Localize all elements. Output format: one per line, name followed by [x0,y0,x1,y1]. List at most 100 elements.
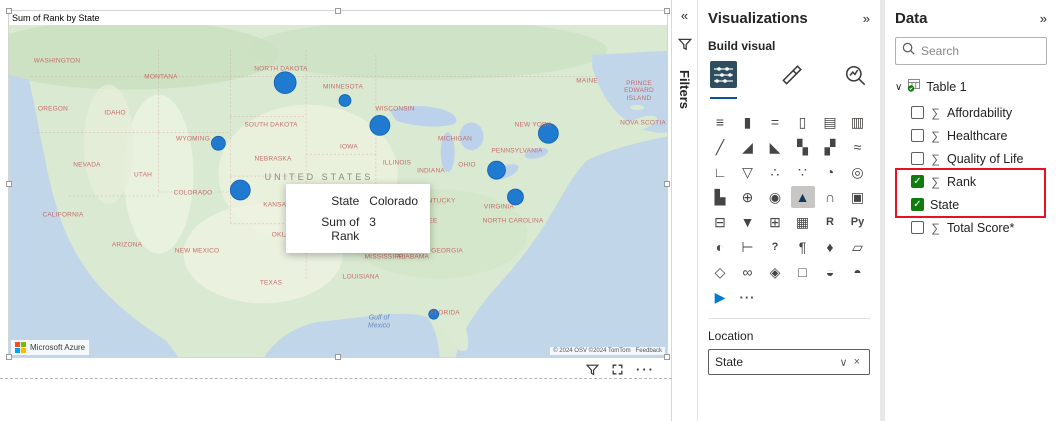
visual-filter-icon[interactable] [586,363,599,376]
field-healthcare[interactable]: ∑ Healthcare [895,124,1047,147]
resize-handle[interactable] [664,8,670,14]
filters-pane-title[interactable]: Filters [677,70,692,109]
tab-format-visual[interactable] [779,64,803,99]
map-bubble[interactable] [210,135,226,151]
viz-type-q-and-a[interactable]: ? [763,236,787,258]
checkbox-rank[interactable]: ✓ [911,175,924,188]
viz-type-slicer[interactable]: ▼ [736,211,760,233]
viz-type-table[interactable]: ⊞ [763,211,787,233]
resize-handle[interactable] [6,8,12,14]
viz-type-multi-row-card[interactable]: ⊟ [708,211,732,233]
location-field-pill[interactable]: State ∨ × [708,349,870,375]
remove-field-icon[interactable]: × [851,356,863,368]
viz-type-line-chart[interactable]: ╱ [708,136,732,158]
checkbox-affordability[interactable] [911,106,924,119]
checkbox-healthcare[interactable] [911,129,924,142]
more-options-icon[interactable]: ··· [636,362,655,377]
viz-type-arcgis-map[interactable]: ◒ [818,261,842,283]
viz-type-line-and-stacked-column-chart[interactable]: ▚ [791,136,815,158]
map-copyright: © 2024 OSV ©2024 TomTom Feedback [550,347,665,355]
expand-data-icon[interactable]: » [1040,11,1047,26]
field-affordability[interactable]: ∑ Affordability [895,101,1047,124]
viz-type-scorecard[interactable]: ◈ [763,261,787,283]
table-icon [907,78,921,97]
viz-type-donut-chart[interactable]: ◎ [846,161,870,183]
viz-type-line-and-clustered-column-chart[interactable]: ▞ [818,136,842,158]
viz-type-get-more-visuals[interactable]: ▶ [708,286,732,308]
viz-type-r-script-visual[interactable]: R [818,211,842,233]
table-node[interactable]: ∨ Table 1 [895,75,1047,99]
resize-handle[interactable] [664,181,670,187]
viz-type-stacked-column-chart[interactable]: ▮ [736,111,760,133]
viz-type-stacked-bar-chart[interactable]: ≡ [708,111,732,133]
map-bubble[interactable] [273,71,297,94]
field-label: Total Score* [947,220,1015,235]
map-bubble[interactable] [338,94,352,107]
tab-build-visual[interactable] [710,61,737,99]
viz-type-stacked-area-chart[interactable]: ◣ [763,136,787,158]
viz-type-clustered-column-chart[interactable]: ▯ [791,111,815,133]
map-visual-container[interactable]: Sum of Rank by State WASHINGTON MONTANA … [6,8,670,360]
expand-visualizations-icon[interactable]: » [863,11,870,26]
viz-type-waterfall-chart[interactable]: ∟ [708,161,732,183]
build-visual-label: Build visual [708,39,776,53]
viz-type-scatter-chart[interactable]: ∴ [763,161,787,183]
search-box[interactable] [895,37,1057,65]
tooltip-value: Colorado [369,194,418,208]
field-total-score[interactable]: ∑ Total Score* [895,216,1047,239]
field-quality-of-life[interactable]: ∑ Quality of Life [895,147,1047,170]
viz-type-smart-narrative[interactable]: ¶ [791,236,815,258]
viz-type-custom-visual[interactable]: ◓ [846,261,870,283]
viz-type-filled-map[interactable]: ◉ [763,186,787,208]
checkbox-total-score[interactable] [911,221,924,234]
viz-type-area-chart[interactable]: ◢ [736,136,760,158]
viz-type-100-stacked-bar-chart[interactable]: ▤ [818,111,842,133]
copyright-text: © 2024 OSV ©2024 TomTom [553,348,631,354]
state-name-label: ILLINOIS [382,159,412,167]
chevron-down-icon[interactable]: ∨ [837,356,851,369]
focus-mode-icon[interactable] [611,363,624,376]
viz-type-treemap[interactable]: ▙ [708,186,732,208]
map-bubble[interactable] [369,115,391,136]
viz-type-card[interactable]: ▣ [846,186,870,208]
report-canvas[interactable]: Sum of Rank by State WASHINGTON MONTANA … [0,0,672,421]
field-rank[interactable]: ✓ ∑ Rank [895,170,1047,193]
viz-type-pie-chart[interactable]: ◔ [818,161,842,183]
viz-type-paginated-report[interactable]: ▱ [846,236,870,258]
viz-type-dot-plot[interactable]: ∵ [791,161,815,183]
resize-handle[interactable] [6,181,12,187]
viz-type-map[interactable]: ⊕ [736,186,760,208]
map-bubble[interactable] [487,160,506,180]
map-bubble[interactable] [229,179,251,201]
viz-type-ribbon-chart[interactable]: ≈ [846,136,870,158]
resize-handle[interactable] [335,8,341,14]
collapse-table-icon[interactable]: ∨ [895,82,902,93]
more-visual-types-icon[interactable]: ··· [736,286,760,308]
viz-type-python-visual[interactable]: Py [846,211,870,233]
state-name-label: VIRGINIA [483,203,515,211]
checkbox-state[interactable]: ✓ [911,198,924,211]
state-name-label: PRINCE EDWARD ISLAND [624,79,654,102]
viz-type-clustered-bar-chart[interactable]: = [763,111,787,133]
expand-filters-icon[interactable]: « [681,8,688,23]
viz-type-power-apps[interactable]: ◇ [708,261,732,283]
resize-handle[interactable] [335,354,341,360]
viz-type-gauge[interactable]: ∩ [818,186,842,208]
viz-type-metrics[interactable]: ♦ [818,236,842,258]
viz-type-key-influencers[interactable]: ◐ [708,236,732,258]
search-input[interactable] [921,44,1057,58]
field-state[interactable]: ✓ State [895,193,1047,216]
viz-type-azure-map[interactable]: ▲ [790,186,815,208]
resize-handle[interactable] [664,354,670,360]
feedback-link[interactable]: Feedback [636,348,662,354]
tab-analytics[interactable] [844,64,868,99]
viz-type-100-stacked-column-chart[interactable]: ▥ [846,111,870,133]
resize-handle[interactable] [6,354,12,360]
viz-type-funnel-chart[interactable]: ▽ [736,161,760,183]
viz-type-matrix[interactable]: ▦ [791,211,815,233]
viz-type-image[interactable]: □ [791,261,815,283]
checkbox-quality-of-life[interactable] [911,152,924,165]
viz-type-power-automate[interactable]: ∞ [736,261,760,283]
azure-map[interactable]: WASHINGTON MONTANA NORTH DAKOTA MINNESOTA OR… [9,25,667,357]
viz-type-decomposition-tree[interactable]: ⊢ [736,236,760,258]
